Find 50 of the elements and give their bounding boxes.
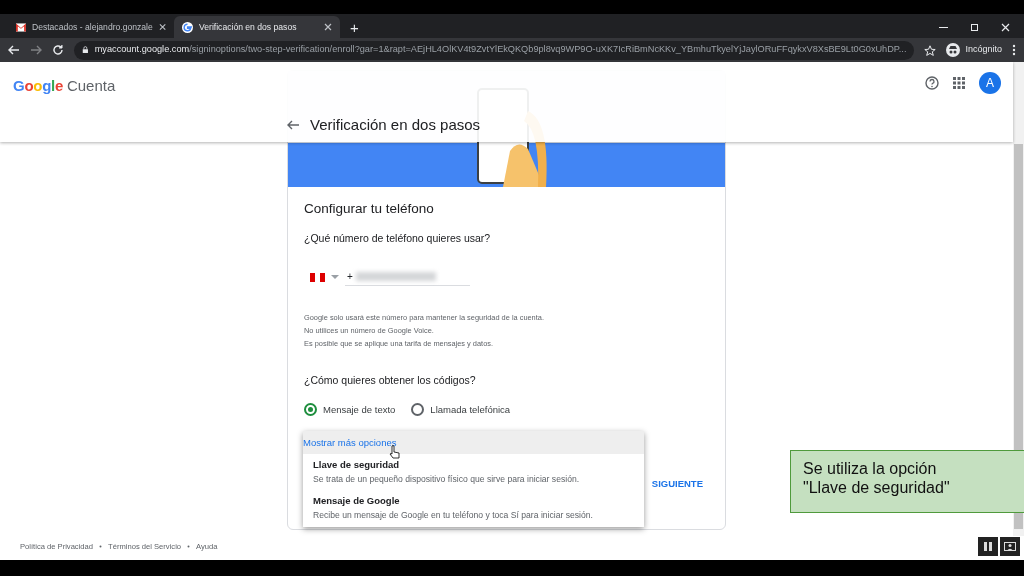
question-text: ¿Cómo quieres obtener los códigos? [304, 373, 477, 388]
reload-icon[interactable] [52, 44, 64, 56]
url-text: myaccount.google.com/signinoptions/two-step-verification/enroll?gar=1&rapt=AEjHL4OlKV4t9ZvtYlEkQKQb9pl8vq9WP9O-uXK7IcRiBmNcKKv_YBmhuTkyelYjJaylORuFFqykxV8XsBE9Lt0G0xUhDP... [94, 43, 907, 57]
browser-tab[interactable]: Destacados - alejandro.gonzale [8, 16, 174, 38]
person-icon [1004, 542, 1016, 551]
option-title: Llave de seguridad [313, 458, 401, 473]
dropdown-icon[interactable] [331, 274, 339, 280]
page-title: Verificación en dos pasos [310, 115, 481, 135]
restore-icon[interactable] [970, 23, 979, 32]
picture-in-picture-button[interactable] [1000, 537, 1020, 556]
flag-icon[interactable] [310, 271, 325, 283]
section-heading: Configurar tu teléfono [304, 200, 435, 218]
radio-icon[interactable] [304, 403, 317, 417]
annotation-text: Se utiliza la opción "Llave de seguridad" [803, 459, 951, 497]
option-title: Mensaje de Google [313, 494, 401, 509]
radio-option[interactable]: Llamada telefónica [411, 402, 511, 417]
next-button[interactable]: SIGUIENTE [649, 473, 705, 496]
menu-option[interactable]: Llave de seguridad Se trata de un pequeño dispositivo físico que sirve para iniciar sesión. [303, 454, 644, 491]
radio-icon[interactable] [411, 403, 425, 417]
profile-label[interactable]: Incógnito [965, 43, 1002, 57]
pause-button[interactable] [978, 537, 998, 556]
star-icon[interactable] [924, 44, 937, 56]
close-icon[interactable] [158, 23, 166, 31]
separator-dot [187, 545, 191, 549]
forward-icon[interactable] [30, 44, 42, 56]
mail-icon [16, 21, 26, 33]
new-tab-button[interactable]: + [350, 20, 359, 35]
avatar[interactable]: A [979, 72, 1001, 94]
menu-option[interactable]: Mensaje de Google Recibe un mensaje de Google en tu teléfono y toca Sí para iniciar sesión. [303, 490, 644, 527]
radio-option[interactable]: Mensaje de texto [304, 402, 396, 417]
back-icon[interactable] [287, 119, 300, 132]
option-description: Recibe un mensaje de Google en tu teléfono y toca Sí para iniciar sesión. [313, 508, 594, 522]
apps-icon[interactable] [953, 77, 965, 89]
address-bar[interactable]: myaccount.google.com/signinoptions/two-step-verification/enroll?gar=1&rapt=AEjHL4OlKV4t9ZvtYlEkQKQb9pl8vq9WP9O-uXK7IcRiBmNcKKv_YBmhuTkyelYjJaylORuFFqykxV8XsBE9Lt0G0xUhDP... [74, 40, 915, 60]
back-icon[interactable] [8, 44, 20, 56]
product-name: Cuenta [66, 76, 116, 96]
browser-tab[interactable]: Verificación en dos pasos [174, 16, 340, 38]
incognito-icon [946, 43, 961, 57]
pause-icon [984, 542, 992, 551]
question-text: ¿Qué número de teléfono quieres usar? [304, 231, 492, 247]
phone-input-field[interactable]: + [345, 268, 470, 286]
close-icon[interactable] [324, 23, 332, 31]
menu-icon[interactable] [1012, 44, 1016, 56]
google-icon [182, 21, 193, 33]
separator-dot [99, 545, 103, 549]
lock-icon [82, 45, 89, 55]
more-options-link[interactable]: Mostrar más opciones [303, 431, 644, 455]
help-icon[interactable] [925, 76, 939, 90]
option-description: Se trata de un pequeño dispositivo físico que sirve para iniciar sesión. [313, 472, 581, 486]
google-logo: Google [13, 76, 63, 96]
